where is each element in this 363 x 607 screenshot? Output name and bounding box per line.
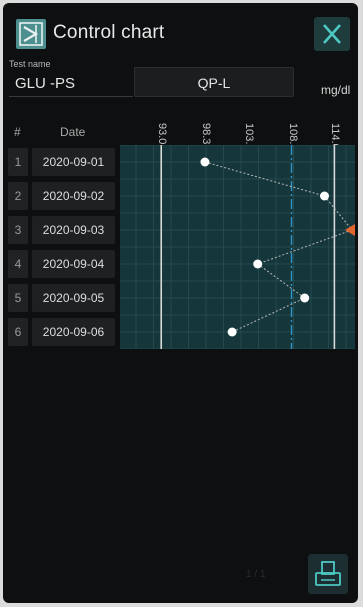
row-index-1: 1	[8, 148, 28, 176]
unit-label: mg/dl	[321, 83, 351, 97]
x-tick-label: 98.3	[199, 123, 212, 145]
row-date-5[interactable]: 2020-09-05	[32, 284, 115, 312]
test-name-label: Test name	[9, 59, 51, 69]
test-name-value: GLU -PS	[9, 71, 133, 97]
data-point	[300, 293, 310, 303]
control-chart-icon	[16, 19, 46, 49]
data-point	[253, 259, 263, 269]
row-index-5: 5	[8, 284, 28, 312]
data-point	[227, 327, 237, 337]
control-chart	[120, 144, 355, 350]
data-point	[319, 191, 329, 201]
qc-level-selector[interactable]: QP-L	[134, 67, 294, 97]
row-index-4: 4	[8, 250, 28, 278]
row-index-6: 6	[8, 318, 28, 346]
column-header-index: #	[14, 125, 21, 139]
row-date-4[interactable]: 2020-09-04	[32, 250, 115, 278]
print-icon	[315, 561, 341, 586]
close-icon	[323, 24, 341, 44]
close-button[interactable]	[314, 17, 350, 51]
row-date-2[interactable]: 2020-09-02	[32, 182, 115, 210]
row-index-3: 3	[8, 216, 28, 244]
data-point	[200, 157, 210, 167]
print-button[interactable]	[308, 554, 348, 594]
column-header-date: Date	[60, 125, 86, 139]
row-date-6[interactable]: 2020-09-06	[32, 318, 115, 346]
row-date-1[interactable]: 2020-09-01	[32, 148, 115, 176]
row-date-3[interactable]: 2020-09-03	[32, 216, 115, 244]
page-title: Control chart	[53, 22, 165, 43]
app-screen: Control chart Test name GLU -PS QP-L mg/…	[3, 3, 358, 603]
page-indicator: 1 / 1	[246, 569, 266, 580]
row-index-2: 2	[8, 182, 28, 210]
x-tick-label: 93.0	[156, 123, 169, 145]
